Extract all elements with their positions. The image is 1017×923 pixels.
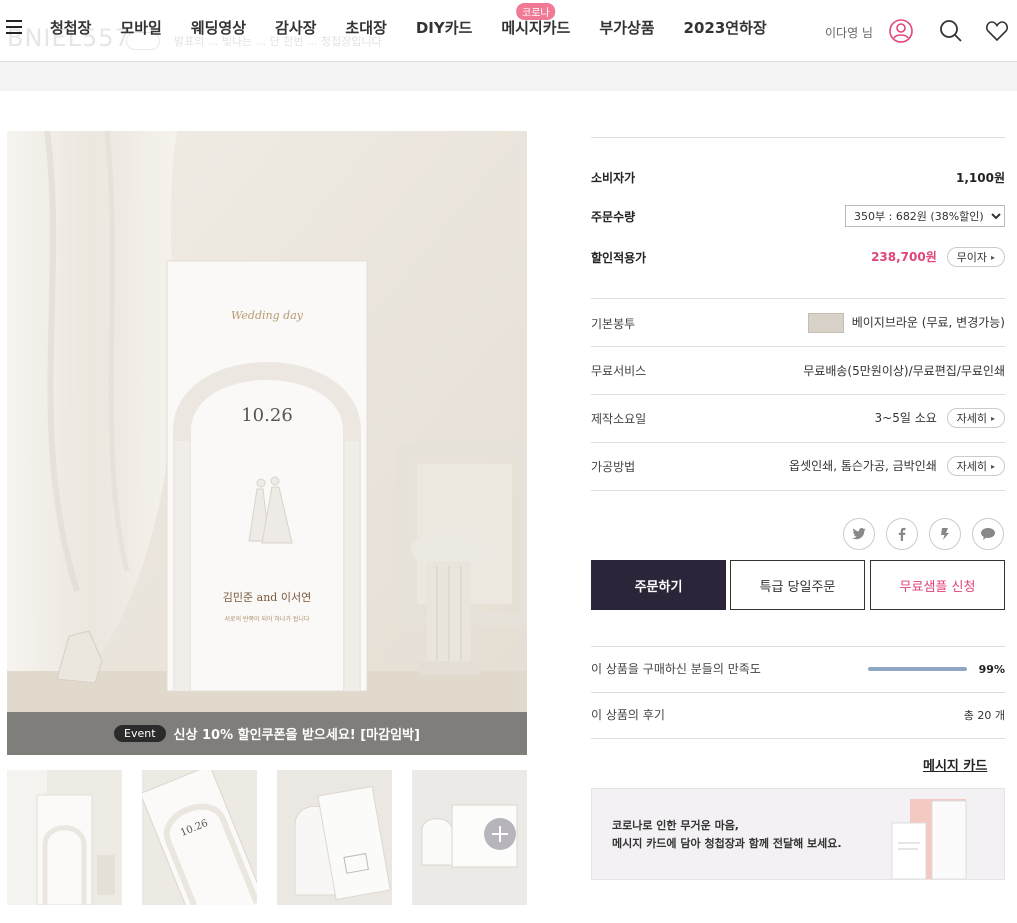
divider (591, 490, 1005, 491)
quantity-select[interactable]: 350부 : 682원 (38%할인) (845, 205, 1005, 227)
menu-icon[interactable] (6, 20, 22, 34)
envelope-label: 기본봉투 (591, 316, 636, 331)
production-period-value: 3~5일 소요 (874, 411, 937, 425)
thumbnail-3[interactable] (277, 770, 392, 905)
process-detail-button[interactable]: 자세히 (946, 456, 1005, 476)
card-date-text: 10.26 (241, 405, 293, 426)
nav-item-diy-card[interactable]: DIY카드 (416, 17, 473, 38)
corona-badge: 코로나 (516, 3, 556, 20)
discount-value: 238,700원 (871, 250, 937, 264)
message-card-banner[interactable]: 코로나로 인한 무거운 마음, 메시지 카드에 담아 청첩장과 함께 전달해 보… (591, 788, 1005, 880)
card-script-text: Wedding day (231, 309, 304, 322)
divider (591, 298, 1005, 299)
envelope-value: 베이지브라운 (무료, 변경가능) (851, 315, 1005, 330)
facebook-icon[interactable] (886, 518, 918, 550)
thumbnail-2[interactable]: 10.26 (142, 770, 257, 905)
card-names-text: 김민준 and 이서연 (223, 591, 311, 604)
nav-item-extras[interactable]: 부가상품 (599, 17, 654, 38)
envelope-row: 기본봉투 베이지브라운 (무료, 변경가능) (591, 313, 1005, 333)
order-button[interactable]: 주문하기 (591, 560, 726, 610)
satisfaction-value: 99% (978, 662, 1005, 676)
event-banner[interactable]: Event 신상 10% 할인쿠폰을 받으세요! [마감임박] (7, 712, 527, 755)
process-label: 가공방법 (591, 459, 636, 474)
nav-item-invitation[interactable]: 청첩장 (50, 17, 91, 38)
kakaotalk-icon[interactable] (972, 518, 1004, 550)
production-period-row: 제작소요일 3~5일 소요 자세히 (591, 408, 1005, 428)
divider (591, 738, 1005, 739)
review-count: 총 20 개 (963, 708, 1005, 722)
process-row: 가공방법 옵셋인쇄, 톰슨가공, 금박인쇄 자세히 (591, 456, 1005, 476)
free-sample-button[interactable]: 무료샘플 신청 (870, 560, 1005, 610)
nav-item-invite-card[interactable]: 초대장 (345, 17, 386, 38)
process-value: 옵셋인쇄, 톰슨가공, 금박인쇄 (789, 459, 937, 473)
kakaostory-icon[interactable] (929, 518, 961, 550)
price-row: 소비자가 1,100원 (591, 169, 1005, 186)
production-period-label: 제작소요일 (591, 411, 647, 426)
event-text: 신상 10% 할인쿠폰을 받으세요! [마감임박] (173, 728, 420, 743)
satisfaction-row: 이 상품을 구매하신 분들의 만족도 99% (591, 660, 1005, 677)
discount-row: 할인적용가 238,700원 무이자 (591, 247, 1005, 267)
discount-label: 할인적용가 (591, 250, 647, 265)
divider (591, 692, 1005, 693)
thumbnail-1[interactable] (7, 770, 122, 905)
free-service-label: 무료서비스 (591, 364, 647, 378)
twitter-icon[interactable] (843, 518, 875, 550)
thumbnail-4[interactable] (412, 770, 527, 905)
nav-item-new-year-card[interactable]: 2023연하장 (684, 17, 767, 38)
free-service-row: 무료서비스 무료배송(5만원이상)/무료편집/무료인쇄 (591, 362, 1005, 379)
event-tag: Event (114, 725, 166, 742)
period-detail-button[interactable]: 자세히 (946, 408, 1005, 428)
nav-item-wedding-video[interactable]: 웨딩영상 (191, 17, 246, 38)
sub-header-band (0, 62, 1017, 91)
banner-card-image (891, 799, 967, 879)
price-value: 1,100원 (956, 171, 1005, 185)
user-name[interactable]: 이다영 님 (825, 24, 873, 41)
heart-icon[interactable] (984, 18, 1010, 44)
nav-item-thanks-card[interactable]: 감사장 (275, 17, 316, 38)
express-order-button[interactable]: 특급 당일주문 (730, 560, 865, 610)
review-row[interactable]: 이 상품의 후기 총 20 개 (591, 706, 1005, 723)
site-header: BNIEL557 발표의 ... 빛나는 ... 단 한번 ... 청첩장입니다… (0, 0, 1017, 62)
banner-text: 코로나로 인한 무거운 마음, 메시지 카드에 담아 청첩장과 함께 전달해 보… (612, 819, 842, 850)
review-label: 이 상품의 후기 (591, 708, 665, 722)
main-nav: 청첩장 모바일 웨딩영상 감사장 초대장 DIY카드 코로나 메시지카드 부가상… (50, 3, 767, 38)
divider (591, 646, 1005, 647)
divider (591, 346, 1005, 347)
interest-free-button[interactable]: 무이자 (946, 247, 1005, 267)
message-card-link[interactable]: 메시지 카드 (923, 755, 987, 774)
nav-item-message-card[interactable]: 코로나 메시지카드 (501, 3, 570, 38)
user-icon[interactable] (888, 18, 914, 44)
search-icon[interactable] (938, 18, 964, 44)
free-service-value: 무료배송(5만원이상)/무료편집/무료인쇄 (803, 364, 1005, 378)
divider (591, 394, 1005, 395)
satisfaction-bar (867, 667, 967, 671)
divider (591, 137, 1005, 138)
envelope-swatch (807, 313, 844, 333)
divider (591, 442, 1005, 443)
quantity-row: 주문수량 350부 : 682원 (38%할인) (591, 205, 1005, 227)
card-subtitle-text: 서로의 반쪽이 되어 하나가 됩니다 (225, 615, 310, 623)
satisfaction-label: 이 상품을 구매하신 분들의 만족도 (591, 662, 761, 676)
product-main-image[interactable]: Wedding day 10.26 김민준 and 이서연 서로의 반쪽이 되어… (7, 131, 527, 755)
nav-item-mobile[interactable]: 모바일 (120, 17, 161, 38)
thumbnail-list: 10.26 (7, 770, 527, 905)
price-label: 소비자가 (591, 171, 636, 185)
quantity-label: 주문수량 (591, 209, 636, 224)
